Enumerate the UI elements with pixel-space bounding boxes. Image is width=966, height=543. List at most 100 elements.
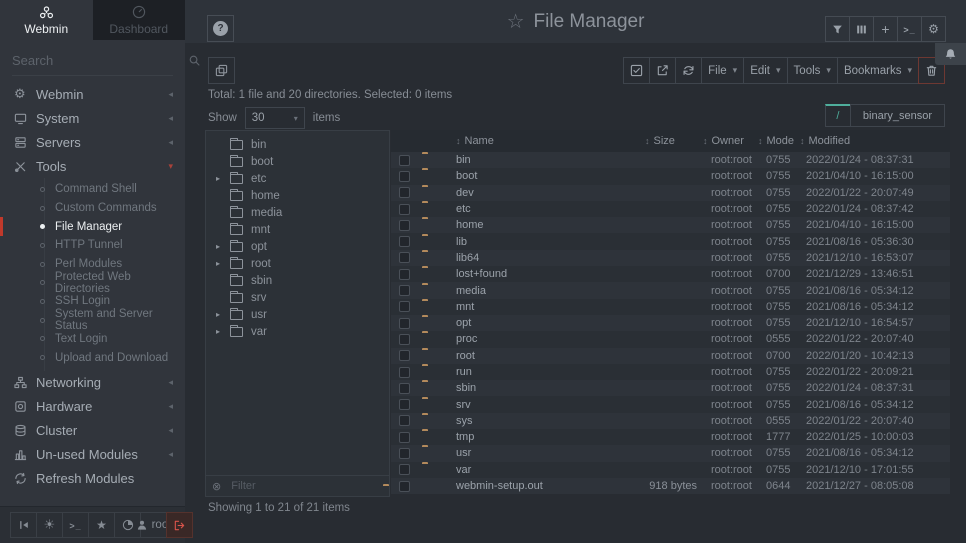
row-checkbox[interactable] [399, 334, 410, 345]
menu-file[interactable]: File▾ [701, 57, 744, 84]
expand-arrow-icon[interactable]: ▸ [216, 327, 230, 336]
sidebar-section-system[interactable]: System◂ [0, 106, 185, 130]
row-checkbox[interactable] [399, 481, 410, 492]
menu-edit[interactable]: Edit▾ [743, 57, 787, 84]
tree-item-srv[interactable]: srv [206, 289, 389, 306]
table-row-mnt[interactable]: mntroot:root07552021/08/16 - 05:34:12 [391, 299, 950, 315]
sidebar-item-text-login[interactable]: Text Login [0, 330, 185, 349]
table-row-run[interactable]: runroot:root07552022/01/22 - 20:09:21 [391, 364, 950, 380]
table-row-usr[interactable]: usrroot:root07552021/08/16 - 05:34:12 [391, 445, 950, 461]
tree-item-sbin[interactable]: sbin [206, 272, 389, 289]
items-per-page-select[interactable]: 30 ▾ [245, 107, 305, 129]
row-checkbox[interactable] [399, 269, 410, 280]
row-checkbox[interactable] [399, 187, 410, 198]
tree-item-opt[interactable]: ▸opt [206, 238, 389, 255]
user-button[interactable]: root [140, 512, 167, 538]
sidebar-section-servers[interactable]: Servers◂ [0, 130, 185, 154]
sidebar-item-system-and-server-status[interactable]: System and Server Status [0, 311, 185, 330]
tab-dashboard[interactable]: Dashboard [93, 0, 186, 40]
star-button[interactable]: ★ [88, 512, 115, 538]
menu-bookmarks[interactable]: Bookmarks▾ [837, 57, 919, 84]
expand-arrow-icon[interactable]: ▸ [216, 259, 230, 268]
sidebar-item-upload-and-download[interactable]: Upload and Download [0, 348, 185, 367]
table-row-etc[interactable]: etcroot:root07552022/01/24 - 08:37:42 [391, 201, 950, 217]
export-button[interactable] [649, 57, 676, 84]
sidebar-section-un-used-modules[interactable]: Un-used Modules◂ [0, 443, 185, 467]
table-row-sys[interactable]: sysroot:root05552022/01/22 - 20:07:40 [391, 413, 950, 429]
sidebar-section-hardware[interactable]: Hardware◂ [0, 395, 185, 419]
tree-item-home[interactable]: home [206, 187, 389, 204]
table-row-dev[interactable]: devroot:root07552022/01/22 - 20:07:49 [391, 185, 950, 201]
column-header-size[interactable]: ↕Size [645, 135, 703, 147]
row-checkbox[interactable] [399, 220, 410, 231]
search-input[interactable] [12, 53, 188, 68]
table-row-opt[interactable]: optroot:root07552021/12/10 - 16:54:57 [391, 315, 950, 331]
row-checkbox[interactable] [399, 432, 410, 443]
column-header-mode[interactable]: ↕Mode [758, 135, 800, 147]
row-checkbox[interactable] [399, 155, 410, 166]
table-row-lost-found[interactable]: lost+foundroot:root07002021/12/29 - 13:4… [391, 266, 950, 282]
row-checkbox[interactable] [399, 448, 410, 459]
sidebar-item-command-shell[interactable]: Command Shell [0, 180, 185, 199]
breadcrumb-root-button[interactable]: / [825, 104, 851, 127]
columns-button[interactable] [849, 16, 874, 42]
table-row-lib[interactable]: libroot:root07552021/08/16 - 05:36:30 [391, 233, 950, 249]
row-checkbox[interactable] [399, 318, 410, 329]
row-checkbox[interactable] [399, 383, 410, 394]
filter-button[interactable] [825, 16, 850, 42]
tree-filter-input[interactable] [231, 480, 373, 492]
row-checkbox[interactable] [399, 301, 410, 312]
sidebar-section-cluster[interactable]: Cluster◂ [0, 419, 185, 443]
row-checkbox[interactable] [399, 204, 410, 215]
notifications-button[interactable] [935, 43, 966, 65]
theme-sun-button[interactable]: ☀ [36, 512, 63, 538]
table-row-sbin[interactable]: sbinroot:root07552022/01/24 - 08:37:31 [391, 380, 950, 396]
table-row-var[interactable]: varroot:root07552021/12/10 - 17:01:55 [391, 462, 950, 478]
row-checkbox[interactable] [399, 236, 410, 247]
table-row-root[interactable]: rootroot:root07002022/01/20 - 10:42:13 [391, 348, 950, 364]
expand-arrow-icon[interactable]: ▸ [216, 310, 230, 319]
terminal-button[interactable]: >_ [897, 16, 922, 42]
terminal-button[interactable]: >_ [62, 512, 89, 538]
tree-item-usr[interactable]: ▸usr [206, 306, 389, 323]
row-checkbox[interactable] [399, 399, 410, 410]
tree-item-boot[interactable]: boot [206, 153, 389, 170]
plus-button[interactable]: + [873, 16, 898, 42]
sidebar-section-webmin[interactable]: ⚙Webmin◂ [0, 82, 185, 106]
sidebar-item-custom-commands[interactable]: Custom Commands [0, 199, 185, 218]
table-row-proc[interactable]: procroot:root05552022/01/22 - 20:07:40 [391, 331, 950, 347]
table-row-lib64[interactable]: lib64root:root07552021/12/10 - 16:53:07 [391, 250, 950, 266]
favorite-star-icon[interactable]: ☆ [507, 9, 525, 34]
tree-item-mnt[interactable]: mnt [206, 221, 389, 238]
sidebar-item-http-tunnel[interactable]: HTTP Tunnel [0, 236, 185, 255]
tree-item-var[interactable]: ▸var [206, 323, 389, 340]
gear-button[interactable]: ⚙ [921, 16, 946, 42]
breadcrumb-current-button[interactable]: binary_sensor [850, 104, 945, 127]
menu-tools[interactable]: Tools▾ [787, 57, 838, 84]
collapse-sidebar-button[interactable] [10, 512, 37, 538]
help-button[interactable]: ? [207, 15, 234, 42]
logout-button[interactable] [166, 512, 193, 538]
row-checkbox[interactable] [399, 350, 410, 361]
table-row-webmin-setup-out[interactable]: webmin-setup.out918 bytesroot:root064420… [391, 478, 950, 494]
expand-arrow-icon[interactable]: ▸ [216, 174, 230, 183]
row-checkbox[interactable] [399, 415, 410, 426]
sidebar-item-protected-web-directories[interactable]: Protected Web Directories [0, 273, 185, 292]
clear-filter-icon[interactable]: ⊗ [212, 480, 221, 493]
tree-item-root[interactable]: ▸root [206, 255, 389, 272]
column-header-modified[interactable]: ↕Modified [800, 135, 950, 147]
row-checkbox[interactable] [399, 367, 410, 378]
column-header-name[interactable]: ↕Name [446, 135, 645, 147]
tree-item-etc[interactable]: ▸etc [206, 170, 389, 187]
copy-path-button[interactable] [208, 57, 235, 84]
table-row-tmp[interactable]: tmproot:root17772022/01/25 - 10:00:03 [391, 429, 950, 445]
refresh-arrows-button[interactable] [675, 57, 702, 84]
table-row-media[interactable]: mediaroot:root07552021/08/16 - 05:34:12 [391, 282, 950, 298]
tree-item-media[interactable]: media [206, 204, 389, 221]
table-row-boot[interactable]: bootroot:root07552021/04/10 - 16:15:00 [391, 168, 950, 184]
sidebar-section-networking[interactable]: Networking◂ [0, 371, 185, 395]
row-checkbox[interactable] [399, 171, 410, 182]
select-all-button[interactable] [623, 57, 650, 84]
table-row-home[interactable]: homeroot:root07552021/04/10 - 16:15:00 [391, 217, 950, 233]
row-checkbox[interactable] [399, 464, 410, 475]
